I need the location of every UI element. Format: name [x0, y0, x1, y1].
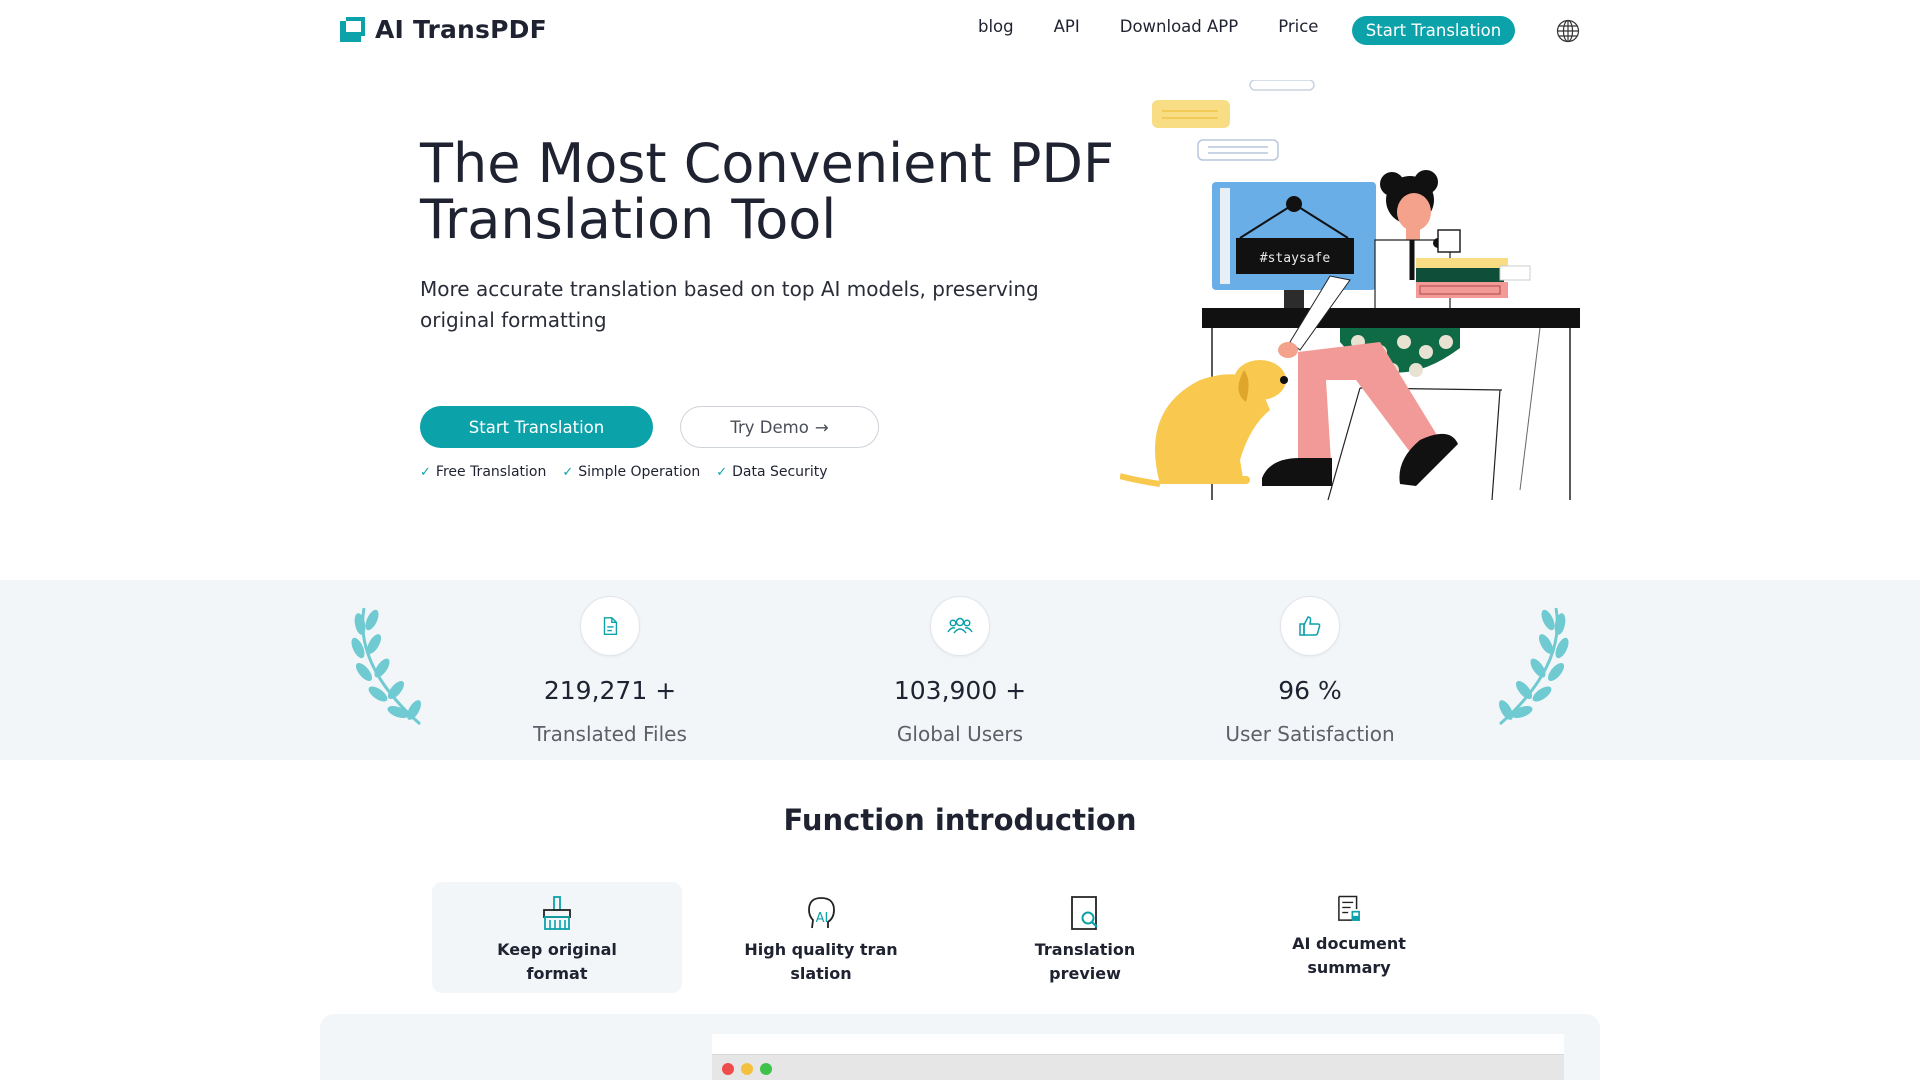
stat-user-satisfaction: 96 % User Satisfaction	[1160, 596, 1460, 746]
nav-link-price[interactable]: Price	[1278, 17, 1318, 36]
tab-label: Translation preview	[1034, 940, 1136, 983]
start-translation-button[interactable]: Start Translation	[420, 406, 653, 448]
tab-label: AI document summary	[1292, 934, 1406, 977]
hero-subtitle: More accurate translation based on top A…	[420, 277, 1039, 332]
stat-label: Translated Files	[533, 722, 687, 746]
stat-value: 103,900 +	[893, 676, 1027, 705]
check-icon: ✓	[562, 464, 574, 480]
tab-translation-preview[interactable]: Translation preview	[960, 882, 1210, 993]
feature-item: ✓ Data Security	[716, 464, 827, 480]
stat-label: User Satisfaction	[1225, 722, 1395, 746]
document-icon	[580, 596, 640, 656]
stat-global-users: 103,900 + Global Users	[810, 596, 1110, 746]
summary-doc-icon	[1338, 895, 1360, 921]
stat-label: Global Users	[896, 722, 1024, 746]
nav-link-download-app[interactable]: Download APP	[1120, 17, 1238, 36]
preview-search-icon	[1071, 896, 1098, 930]
laurel-left-icon	[351, 607, 421, 726]
function-intro-title: Function introduction	[783, 803, 1137, 837]
nav-start-translation-button[interactable]: Start Translation	[1352, 16, 1515, 45]
window-close-dot	[722, 1063, 734, 1075]
feature-list: ✓ Free Translation ✓ Simple Operation ✓ …	[420, 464, 827, 480]
feature-item: ✓ Simple Operation	[562, 464, 700, 480]
check-icon: ✓	[716, 464, 728, 480]
stat-value: 96 %	[1278, 676, 1342, 705]
try-demo-label: Try Demo	[730, 417, 809, 437]
tab-ai-document-summary[interactable]: AI document summary	[1224, 882, 1474, 993]
window-minimize-dot	[741, 1063, 753, 1075]
feature-label: Free Translation	[435, 464, 547, 480]
try-demo-button[interactable]: Try Demo →	[680, 406, 879, 448]
feature-item: ✓ Free Translation	[420, 464, 546, 480]
staysafe-sign: #staysafe	[1260, 251, 1331, 266]
window-maximize-dot	[760, 1063, 772, 1075]
ai-head-icon: AI	[808, 897, 835, 929]
brand-logo[interactable]: AI TransPDF	[340, 15, 547, 44]
arrow-right-icon: →	[814, 417, 829, 437]
svg-text:AI: AI	[816, 911, 829, 926]
tab-label: High quality translation	[744, 940, 898, 983]
brand-name: AI TransPDF	[375, 15, 547, 44]
tab-label: Keep original format	[497, 940, 617, 983]
users-icon	[930, 596, 990, 656]
logo-icon	[340, 17, 365, 42]
feature-label: Data Security	[732, 464, 828, 480]
hero-title: The Most Convenient PDF Translation Tool	[420, 132, 1115, 251]
main-nav: blog API Download APP Price	[978, 17, 1358, 36]
window-titlebar	[712, 1054, 1564, 1080]
check-icon: ✓	[420, 464, 431, 480]
preview-window	[712, 1034, 1564, 1080]
thumbs-up-icon	[1280, 596, 1340, 656]
hero-illustration: #staysafe	[1120, 80, 1580, 500]
nav-link-api[interactable]: API	[1054, 17, 1080, 36]
function-tabs: Keep original format AI High quality tra…	[432, 882, 1488, 993]
nav-link-blog[interactable]: blog	[978, 17, 1014, 36]
top-navbar: AI TransPDF blog API Download APP Price …	[0, 0, 1920, 60]
tab-high-quality-translation[interactable]: AI High quality translation	[696, 882, 946, 993]
stat-translated-files: 219,271 + Translated Files	[460, 596, 760, 746]
feature-label: Simple Operation	[578, 464, 701, 480]
tab-keep-original-format[interactable]: Keep original format	[432, 882, 682, 993]
stat-value: 219,271 +	[543, 676, 677, 705]
laurel-right-icon	[1499, 607, 1569, 726]
brush-icon	[543, 896, 571, 930]
globe-icon[interactable]	[1556, 19, 1580, 43]
